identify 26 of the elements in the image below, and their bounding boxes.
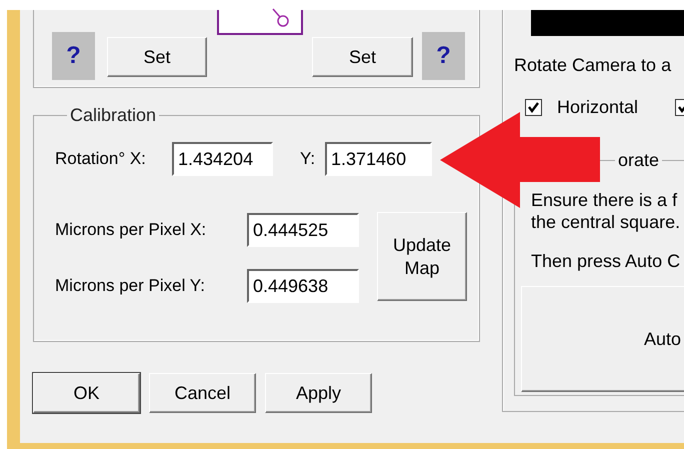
field-label: Microns per Pixel X: xyxy=(55,220,208,240)
dialog-button[interactable]: Cancel xyxy=(149,373,256,413)
instruction-text: Then press Auto C xyxy=(531,251,682,272)
set-button[interactable]: Set xyxy=(107,37,207,77)
help-button[interactable]: ? xyxy=(422,32,465,80)
input-field[interactable]: 1.434204 xyxy=(172,142,273,176)
instruction-text: Ensure there is a f xyxy=(531,189,678,211)
set-button[interactable]: Set xyxy=(312,37,413,77)
checkmark-icon xyxy=(527,100,540,114)
field-label: Y: xyxy=(300,149,316,169)
instruction-text: the central square. xyxy=(531,211,682,233)
checkbox[interactable] xyxy=(525,98,542,116)
auto-button[interactable]: Auto xyxy=(521,286,684,392)
input-field[interactable]: 0.444525 xyxy=(247,213,359,247)
input-field[interactable]: 1.371460 xyxy=(325,142,432,176)
input-field[interactable]: 0.449638 xyxy=(247,269,359,303)
group-title: Calibration xyxy=(69,105,158,126)
checkbox-label: Horizontal xyxy=(557,96,638,118)
dialog-button[interactable]: OK xyxy=(33,373,140,413)
group-title: orate xyxy=(617,150,660,171)
help-button[interactable]: ? xyxy=(52,32,95,80)
update-map-button[interactable]: Update Map xyxy=(377,212,467,301)
field-label: Rotation° X: xyxy=(55,149,147,169)
field-label: Microns per Pixel Y: xyxy=(55,276,206,296)
instruction-text: Rotate Camera to a xyxy=(514,55,672,76)
dialog-button[interactable]: Apply xyxy=(265,373,372,413)
